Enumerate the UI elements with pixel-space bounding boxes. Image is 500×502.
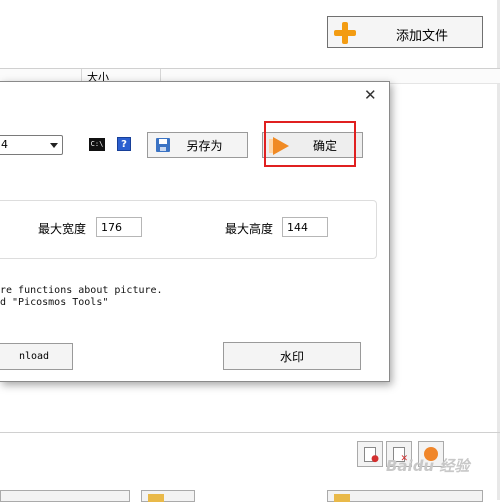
format-dropdown[interactable]: 4: [0, 135, 63, 155]
download-button[interactable]: nload: [0, 343, 73, 370]
close-icon[interactable]: ✕: [364, 86, 377, 104]
max-width-input[interactable]: [96, 217, 142, 237]
add-file-label: 添加文件: [396, 29, 449, 44]
description-line-1: re functions about picture.: [0, 285, 163, 296]
watermark-label: 水印: [279, 349, 304, 364]
description-text: re functions about picture. d "Picosmos …: [0, 285, 163, 309]
open-folder-button[interactable]: [141, 490, 195, 502]
watermark-button[interactable]: 水印: [223, 342, 361, 370]
max-height-input[interactable]: [282, 217, 328, 237]
download-label: nload: [18, 351, 50, 362]
remove-file-button[interactable]: ●: [357, 441, 383, 467]
file-list-bottom-border: [0, 432, 500, 433]
chevron-down-icon: [50, 143, 58, 148]
minus-badge-icon: ●: [371, 453, 379, 464]
description-line-2: d "Picosmos Tools": [0, 297, 109, 308]
floppy-icon: [156, 138, 170, 152]
folder-icon: [334, 494, 350, 502]
bottom-left-button[interactable]: [0, 490, 130, 502]
max-height-label: 最大高度: [225, 222, 274, 236]
save-as-label: 另存为: [186, 138, 223, 153]
add-file-button[interactable]: 添加文件: [327, 16, 483, 48]
save-as-button[interactable]: 另存为: [147, 132, 248, 158]
max-width-label: 最大宽度: [38, 222, 87, 236]
dropdown-value: 4: [1, 138, 8, 151]
baidu-watermark: Baidu 经验: [386, 457, 470, 475]
output-folder-button[interactable]: [327, 490, 483, 502]
document-icon: ●: [364, 446, 379, 464]
folder-icon: [148, 494, 164, 502]
help-icon[interactable]: ?: [117, 137, 131, 151]
console-icon[interactable]: C:\: [89, 138, 105, 151]
plus-icon: [334, 22, 356, 44]
highlight-annotation: [264, 121, 356, 167]
